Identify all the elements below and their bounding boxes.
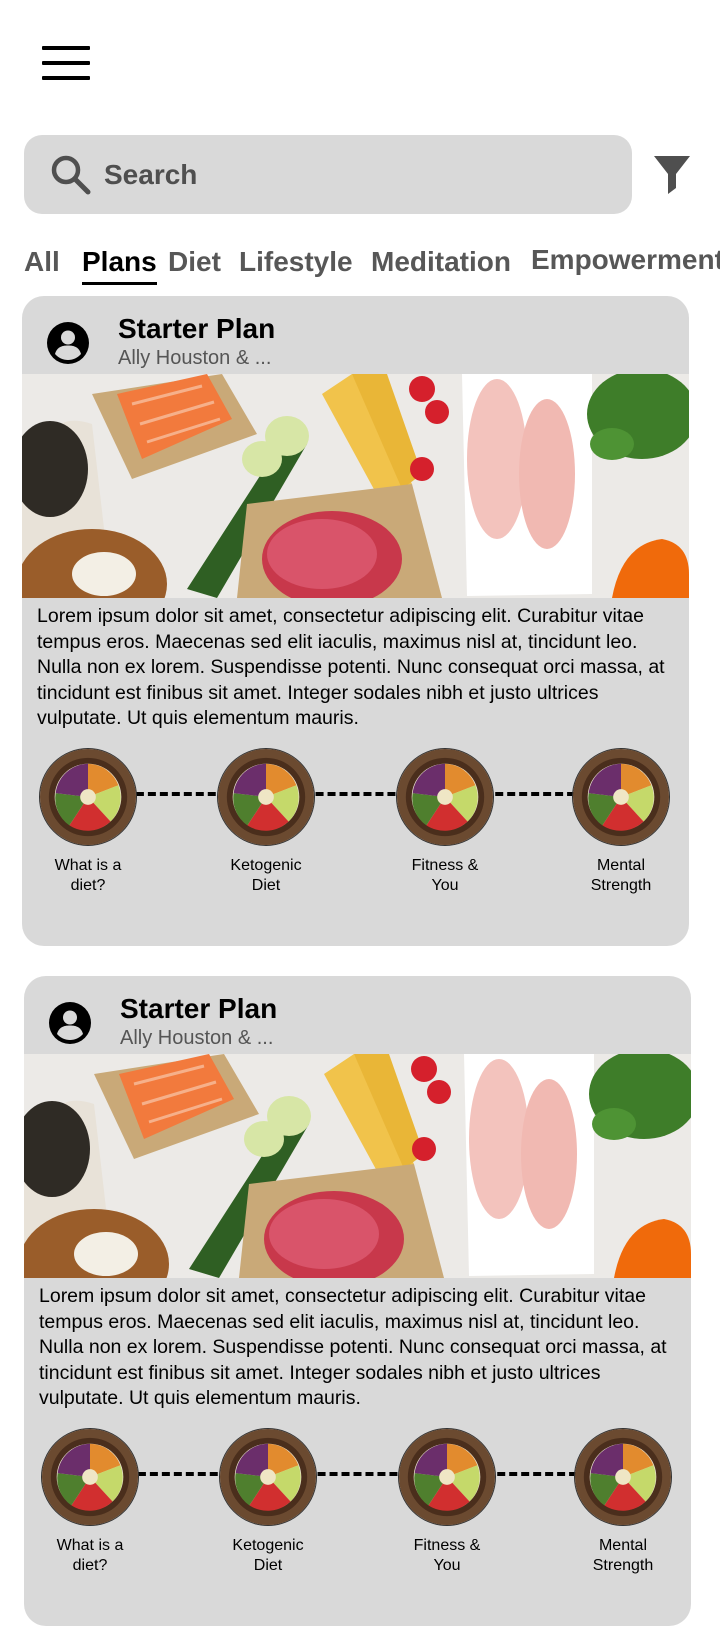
steps-connector: [88, 792, 623, 796]
tab-diet[interactable]: Diet: [168, 240, 221, 284]
card-author: Ally Houston & ...: [120, 1027, 274, 1049]
plan-step[interactable]: Ketogenic Diet: [198, 1428, 338, 1576]
menu-bar: [42, 76, 90, 80]
plan-step[interactable]: Mental Strength: [551, 748, 689, 896]
step-label: Ketogenic Diet: [232, 1537, 304, 1574]
search-input[interactable]: [102, 149, 562, 200]
plan-step[interactable]: Fitness & You: [377, 1428, 517, 1576]
steps-connector: [90, 1472, 625, 1476]
card-description: Lorem ipsum dolor sit amet, consectetur …: [39, 1285, 667, 1409]
step-label: Fitness & You: [411, 857, 479, 894]
step-label: Ketogenic Diet: [230, 857, 302, 894]
step-label: What is a diet?: [54, 857, 122, 894]
card-author: Ally Houston & ...: [118, 347, 272, 369]
plan-step[interactable]: Ketogenic Diet: [196, 748, 336, 896]
plan-card[interactable]: Starter Plan Ally Houston & ... Lorem ip…: [24, 976, 691, 1626]
tab-meditation[interactable]: Meditation: [371, 240, 511, 284]
tab-lifestyle[interactable]: Lifestyle: [239, 240, 353, 284]
food-bowl-thumbnail: [39, 748, 137, 846]
menu-bar: [42, 46, 90, 50]
user-avatar-icon: [49, 1002, 91, 1044]
menu-bar: [42, 61, 90, 65]
step-label: Mental Strength: [590, 857, 652, 894]
category-tabs: All Plans Diet Lifestyle Meditation Empo…: [24, 240, 720, 288]
plan-steps: What is a diet? Ketogenic Diet Fitness & Y…: [22, 748, 689, 946]
step-label: Fitness & You: [413, 1537, 481, 1574]
plan-step[interactable]: Fitness & You: [375, 748, 515, 896]
food-bowl-thumbnail: [219, 1428, 317, 1526]
food-bowl-thumbnail: [217, 748, 315, 846]
card-description: Lorem ipsum dolor sit amet, consectetur …: [37, 605, 665, 729]
card-header: Starter Plan Ally Houston & ...: [24, 976, 691, 1054]
food-bowl-thumbnail: [572, 748, 670, 846]
card-title: Starter Plan: [118, 313, 276, 344]
food-photo: [24, 1054, 691, 1278]
tab-empowerment[interactable]: Empowerment: [531, 240, 720, 282]
food-bowl-thumbnail: [398, 1428, 496, 1526]
tab-plans[interactable]: Plans: [82, 240, 157, 285]
tab-all[interactable]: All: [24, 240, 60, 284]
plan-step[interactable]: Mental Strength: [553, 1428, 691, 1576]
food-photo: [22, 374, 689, 598]
food-bowl-thumbnail: [574, 1428, 672, 1526]
plan-card[interactable]: Starter Plan Ally Houston & ... Lorem ip…: [22, 296, 689, 946]
search-icon: [51, 155, 91, 194]
card-title: Starter Plan: [120, 993, 278, 1024]
hamburger-menu-icon[interactable]: [42, 44, 90, 82]
card-header: Starter Plan Ally Houston & ...: [22, 296, 689, 374]
step-label: What is a diet?: [56, 1537, 124, 1574]
search-bar[interactable]: [24, 135, 632, 214]
user-avatar-icon: [47, 322, 89, 364]
food-bowl-thumbnail: [41, 1428, 139, 1526]
plan-steps: What is a diet? Ketogenic Diet Fitness & Y…: [24, 1428, 691, 1626]
step-label: Mental Strength: [592, 1537, 654, 1574]
filter-icon[interactable]: [653, 155, 691, 195]
food-bowl-thumbnail: [396, 748, 494, 846]
plan-step[interactable]: What is a diet?: [22, 748, 158, 896]
plan-step[interactable]: What is a diet?: [24, 1428, 160, 1576]
